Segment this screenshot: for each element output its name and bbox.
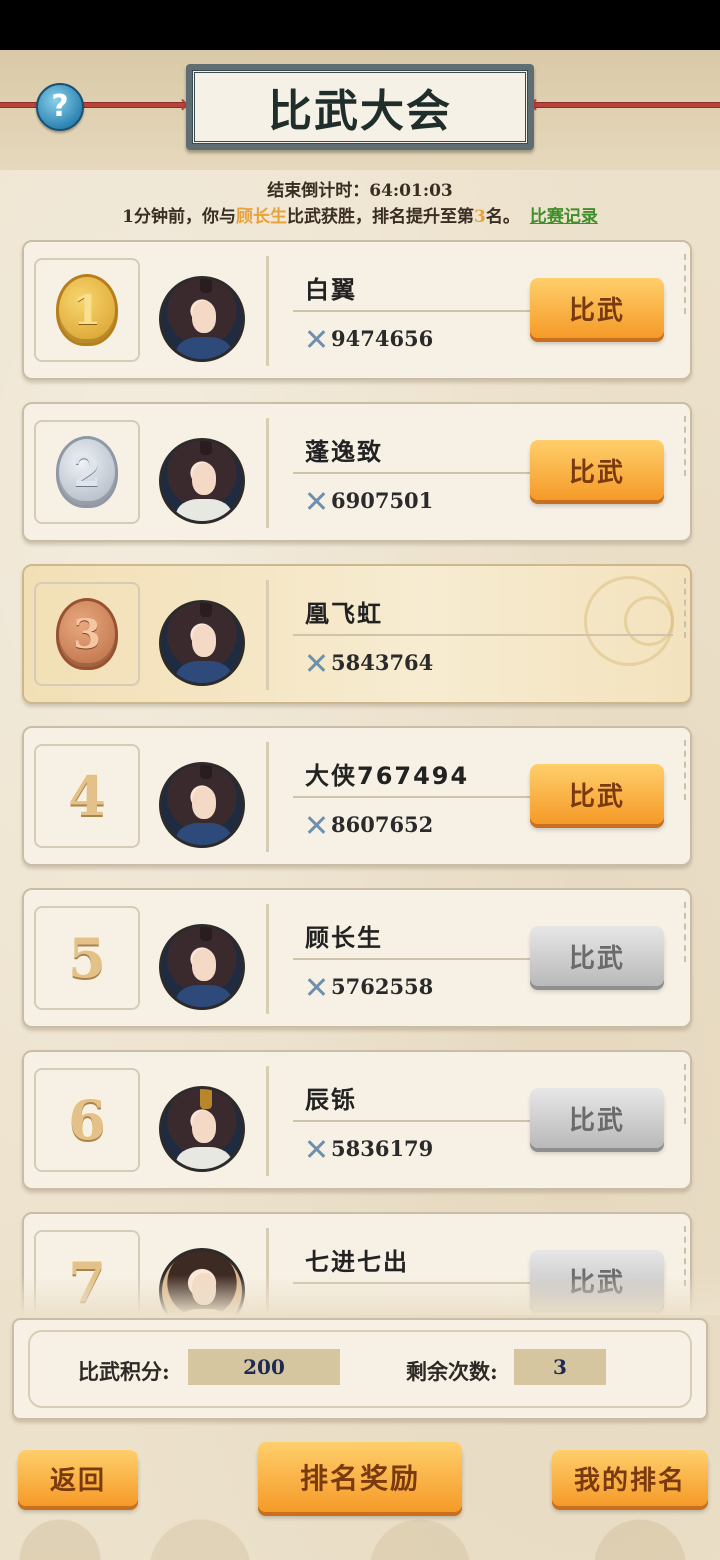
divider	[293, 1120, 533, 1122]
rope-right	[520, 102, 720, 108]
remaining-value: 3	[514, 1349, 606, 1385]
score-value: 200	[188, 1349, 340, 1385]
player-power: 6907501	[305, 488, 433, 513]
crossed-swords-icon	[305, 490, 327, 512]
title-board: 比武大会	[186, 64, 534, 150]
challenge-button[interactable]: 比武	[530, 764, 664, 824]
stats-panel: 比武积分: 200 剩余次数: 3	[12, 1318, 708, 1420]
rank-number: 4	[68, 764, 106, 828]
my-rank-button[interactable]: 我的排名	[552, 1450, 708, 1506]
notice-prefix: 1分钟前，你与	[122, 207, 236, 227]
crossed-swords-icon	[305, 1138, 327, 1160]
divider	[293, 472, 533, 474]
row-notch	[684, 578, 694, 638]
power-value: 5843764	[331, 650, 434, 675]
player-power: 5836179	[305, 1136, 433, 1161]
rank-badge-box: 5	[34, 906, 140, 1010]
power-value: 9474656	[331, 326, 434, 351]
crossed-swords-icon	[305, 652, 327, 674]
rank-badge-box: 2	[34, 420, 140, 524]
player-power: 8607652	[305, 812, 433, 837]
row-notch	[684, 902, 694, 962]
challenge-button[interactable]: 比武	[530, 440, 664, 500]
divider	[293, 310, 533, 312]
rank-number: 5	[68, 926, 106, 990]
row-notch	[684, 740, 694, 800]
score-label: 比武积分:	[78, 1359, 170, 1384]
notice-opponent: 顾长生	[236, 207, 287, 227]
rank-row: 2 蓬逸致 6907501 比武	[22, 402, 692, 542]
crossed-swords-icon	[305, 976, 327, 998]
bronze-medal-icon: 3	[56, 598, 118, 670]
divider	[293, 796, 533, 798]
avatar[interactable]	[158, 262, 246, 362]
player-name: 七进七出	[305, 1248, 409, 1276]
player-power: 5762558	[305, 974, 433, 999]
player-power: 9474656	[305, 326, 433, 351]
countdown-label: 结束倒计时：	[267, 181, 370, 201]
stats-inner: 比武积分: 200 剩余次数: 3	[28, 1330, 692, 1408]
row-notch	[684, 254, 694, 314]
notice-suffix: 名。	[485, 207, 520, 227]
rank-badge-box: 3	[34, 582, 140, 686]
gold-medal-icon: 1	[56, 274, 118, 346]
notice-rank: 3	[474, 207, 486, 227]
player-power: 5843764	[305, 650, 433, 675]
help-button[interactable]: ?	[36, 83, 84, 131]
divider	[293, 958, 533, 960]
countdown: 结束倒计时：64:01:03	[0, 176, 720, 201]
rope-left	[0, 102, 200, 108]
rank-row: 4 大侠767494 8607652 比武	[22, 726, 692, 866]
challenge-button-disabled[interactable]: 比武	[530, 1088, 664, 1148]
rank-rewards-button[interactable]: 排名奖励	[258, 1442, 462, 1512]
avatar[interactable]	[158, 586, 246, 686]
power-value: 5762558	[331, 974, 434, 999]
power-value: 5836179	[331, 1136, 434, 1161]
crossed-swords-icon	[305, 814, 327, 836]
rank-row-self: 3 凰飞虹 5843764	[22, 564, 692, 704]
avatar[interactable]	[158, 910, 246, 1010]
countdown-value: 64:01:03	[369, 181, 453, 201]
challenge-button[interactable]: 比武	[530, 278, 664, 338]
avatar[interactable]	[158, 424, 246, 524]
power-value: 8607652	[331, 812, 434, 837]
rank-badge-box: 1	[34, 258, 140, 362]
row-notch	[684, 1064, 694, 1124]
crossed-swords-icon	[305, 328, 327, 350]
avatar[interactable]	[158, 1072, 246, 1172]
rank-row: 6 辰铄 5836179 比武	[22, 1050, 692, 1190]
challenge-button-disabled[interactable]: 比武	[530, 926, 664, 986]
rank-badge-box: 4	[34, 744, 140, 848]
player-info: 凰飞虹 5843764	[266, 580, 676, 690]
rank-number: 6	[68, 1088, 106, 1152]
rank-row: 1 白翼 9474656 比武	[22, 240, 692, 380]
avatar[interactable]	[158, 748, 246, 848]
match-record-link[interactable]: 比赛记录	[530, 207, 598, 227]
player-name: 蓬逸致	[305, 438, 383, 466]
back-button[interactable]: 返回	[18, 1450, 138, 1506]
player-name: 顾长生	[305, 924, 383, 952]
row-notch	[684, 416, 694, 476]
player-name: 白翼	[305, 276, 357, 304]
rank-row: 5 顾长生 5762558 比武	[22, 888, 692, 1028]
notice-middle: 比武获胜，排名提升至第	[287, 207, 474, 227]
rank-list[interactable]: 1 白翼 9474656 比武 2 蓬逸致 6907501 比武 3 凰飞虹 5…	[0, 240, 720, 1315]
player-name: 辰铄	[305, 1086, 357, 1114]
page-title: 比武大会	[192, 70, 528, 144]
player-name: 大侠767494	[305, 762, 470, 790]
silver-medal-icon: 2	[56, 436, 118, 508]
screen: ✕ ✕ ? 比武大会 结束倒计时：64:01:03 1分钟前，你与顾长生比武获胜…	[0, 50, 720, 1560]
player-name: 凰飞虹	[305, 600, 383, 628]
rank-badge-box: 6	[34, 1068, 140, 1172]
divider	[293, 634, 673, 636]
remaining-label: 剩余次数:	[406, 1359, 498, 1384]
list-fade	[0, 1275, 720, 1315]
battle-notice: 1分钟前，你与顾长生比武获胜，排名提升至第3名。 比赛记录	[0, 202, 720, 227]
power-value: 6907501	[331, 488, 434, 513]
